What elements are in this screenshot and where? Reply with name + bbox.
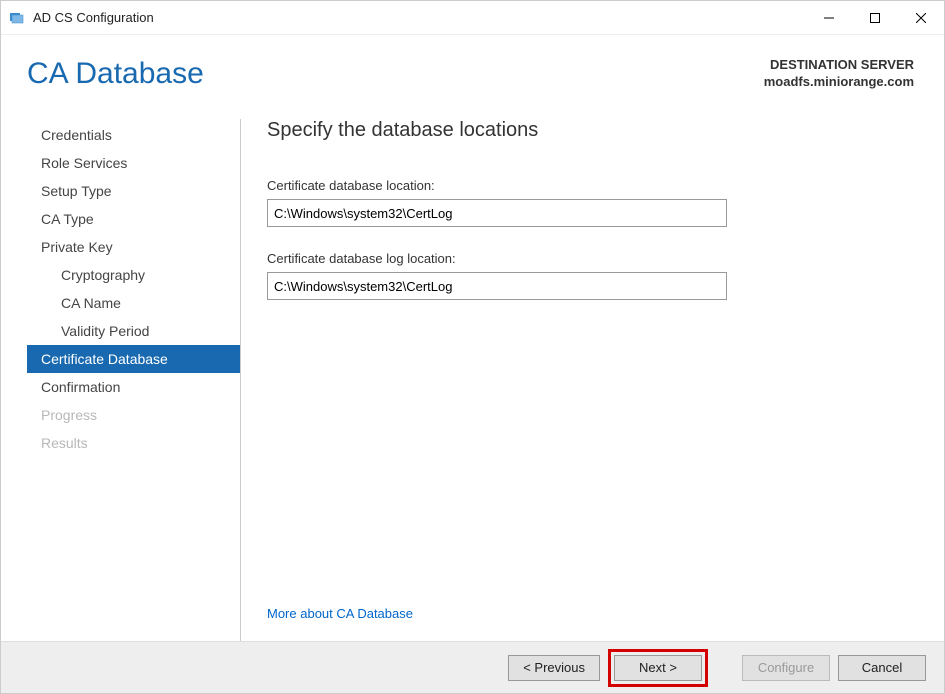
sidebar-item-results: Results	[27, 429, 240, 457]
sidebar-item-certificate-database[interactable]: Certificate Database	[27, 345, 240, 373]
titlebar: AD CS Configuration	[1, 1, 944, 35]
sidebar-item-role-services[interactable]: Role Services	[27, 149, 240, 177]
db-location-input[interactable]	[267, 199, 727, 227]
header: CA Database DESTINATION SERVER moadfs.mi…	[1, 35, 944, 101]
destination-value: moadfs.miniorange.com	[764, 74, 914, 89]
sidebar-item-ca-name[interactable]: CA Name	[27, 289, 240, 317]
page-title: CA Database	[27, 57, 204, 91]
footer: < Previous Next > Configure Cancel	[1, 641, 944, 693]
sidebar-item-cryptography[interactable]: Cryptography	[27, 261, 240, 289]
sidebar-item-setup-type[interactable]: Setup Type	[27, 177, 240, 205]
db-log-location-input[interactable]	[267, 272, 727, 300]
next-highlight: Next >	[608, 649, 708, 687]
window-controls	[806, 2, 944, 34]
sidebar-item-credentials[interactable]: Credentials	[27, 121, 240, 149]
minimize-button[interactable]	[806, 2, 852, 34]
previous-button[interactable]: < Previous	[508, 655, 600, 681]
sidebar-item-private-key[interactable]: Private Key	[27, 233, 240, 261]
next-button[interactable]: Next >	[614, 655, 702, 681]
app-icon	[9, 10, 25, 26]
sidebar-item-validity-period[interactable]: Validity Period	[27, 317, 240, 345]
sidebar-item-ca-type[interactable]: CA Type	[27, 205, 240, 233]
body: CredentialsRole ServicesSetup TypeCA Typ…	[1, 101, 944, 641]
window-title: AD CS Configuration	[33, 10, 154, 25]
destination-block: DESTINATION SERVER moadfs.miniorange.com	[764, 57, 914, 89]
main-panel: Specify the database locations Certifica…	[241, 119, 914, 641]
more-about-link[interactable]: More about CA Database	[267, 606, 914, 621]
sidebar-item-progress: Progress	[27, 401, 240, 429]
close-button[interactable]	[898, 2, 944, 34]
sidebar: CredentialsRole ServicesSetup TypeCA Typ…	[27, 119, 241, 641]
destination-label: DESTINATION SERVER	[764, 57, 914, 72]
maximize-button[interactable]	[852, 2, 898, 34]
main-heading: Specify the database locations	[267, 119, 914, 142]
sidebar-item-confirmation[interactable]: Confirmation	[27, 373, 240, 401]
configure-button: Configure	[742, 655, 830, 681]
db-log-location-label: Certificate database log location:	[267, 251, 914, 266]
db-location-label: Certificate database location:	[267, 178, 914, 193]
cancel-button[interactable]: Cancel	[838, 655, 926, 681]
